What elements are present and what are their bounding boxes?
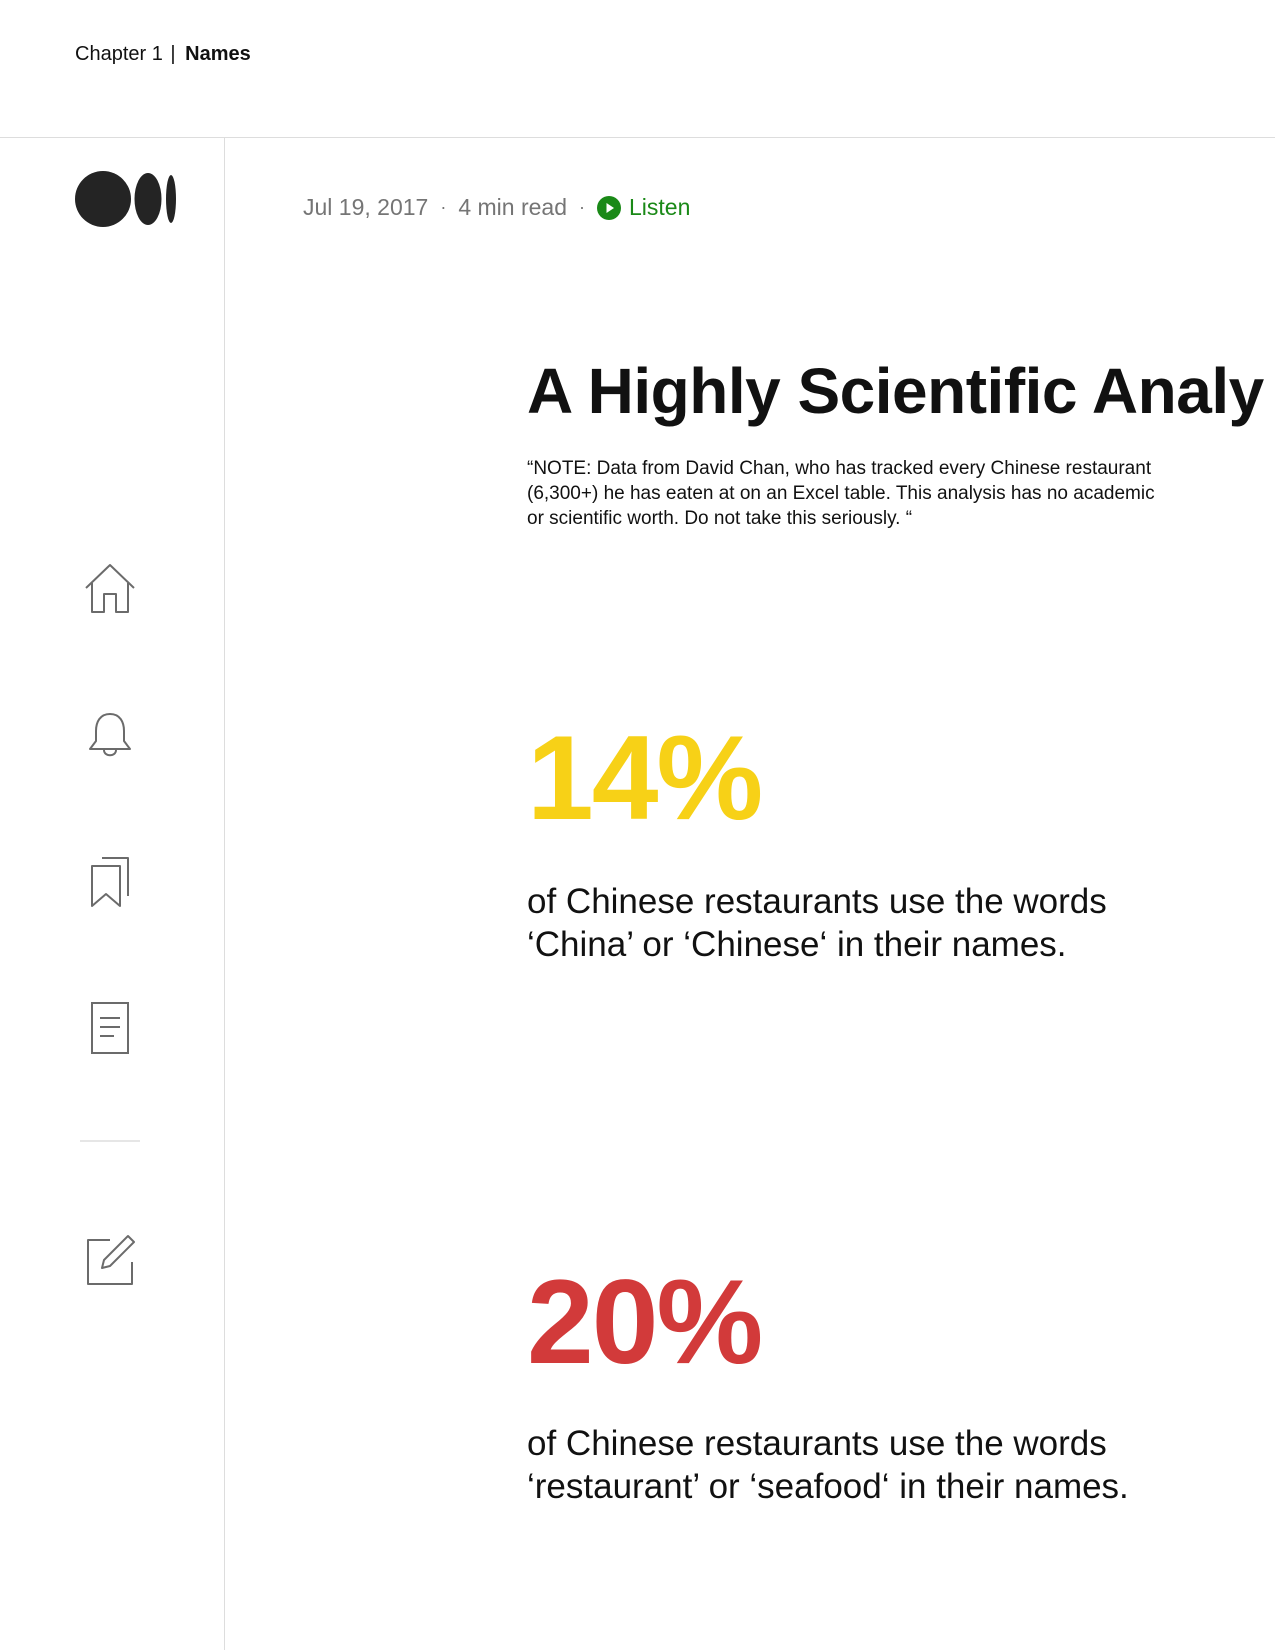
sidebar-divider	[80, 1140, 140, 1142]
chapter-label: Chapter 1	[75, 43, 163, 65]
breadcrumb-separator: |	[170, 43, 176, 65]
article-note: “NOTE: Data from David Chan, who has tra…	[527, 458, 1155, 529]
breadcrumb: Chapter 1 | Names	[75, 43, 251, 66]
stat-description: of Chinese restaurants use the words ‘re…	[527, 1424, 1129, 1506]
medium-logo[interactable]	[75, 171, 177, 227]
bookmarks-icon[interactable]	[80, 852, 140, 912]
stat-value: 14%	[527, 711, 763, 845]
publish-date: Jul 19, 2017	[303, 194, 429, 220]
document-icon[interactable]	[80, 998, 140, 1058]
chapter-title[interactable]: Names	[185, 43, 251, 65]
write-icon[interactable]	[80, 1230, 140, 1290]
meta-dot: ·	[440, 197, 447, 217]
article-title: A Highly Scientific Analy	[527, 355, 1264, 427]
stat-description: of Chinese restaurants use the words ‘Ch…	[527, 882, 1107, 964]
bell-icon[interactable]	[80, 705, 140, 765]
stat-value: 20%	[527, 1255, 763, 1389]
article-content: A Highly Scientific Analy “NOTE: Data fr…	[527, 0, 1275, 1650]
home-icon[interactable]	[80, 558, 140, 618]
